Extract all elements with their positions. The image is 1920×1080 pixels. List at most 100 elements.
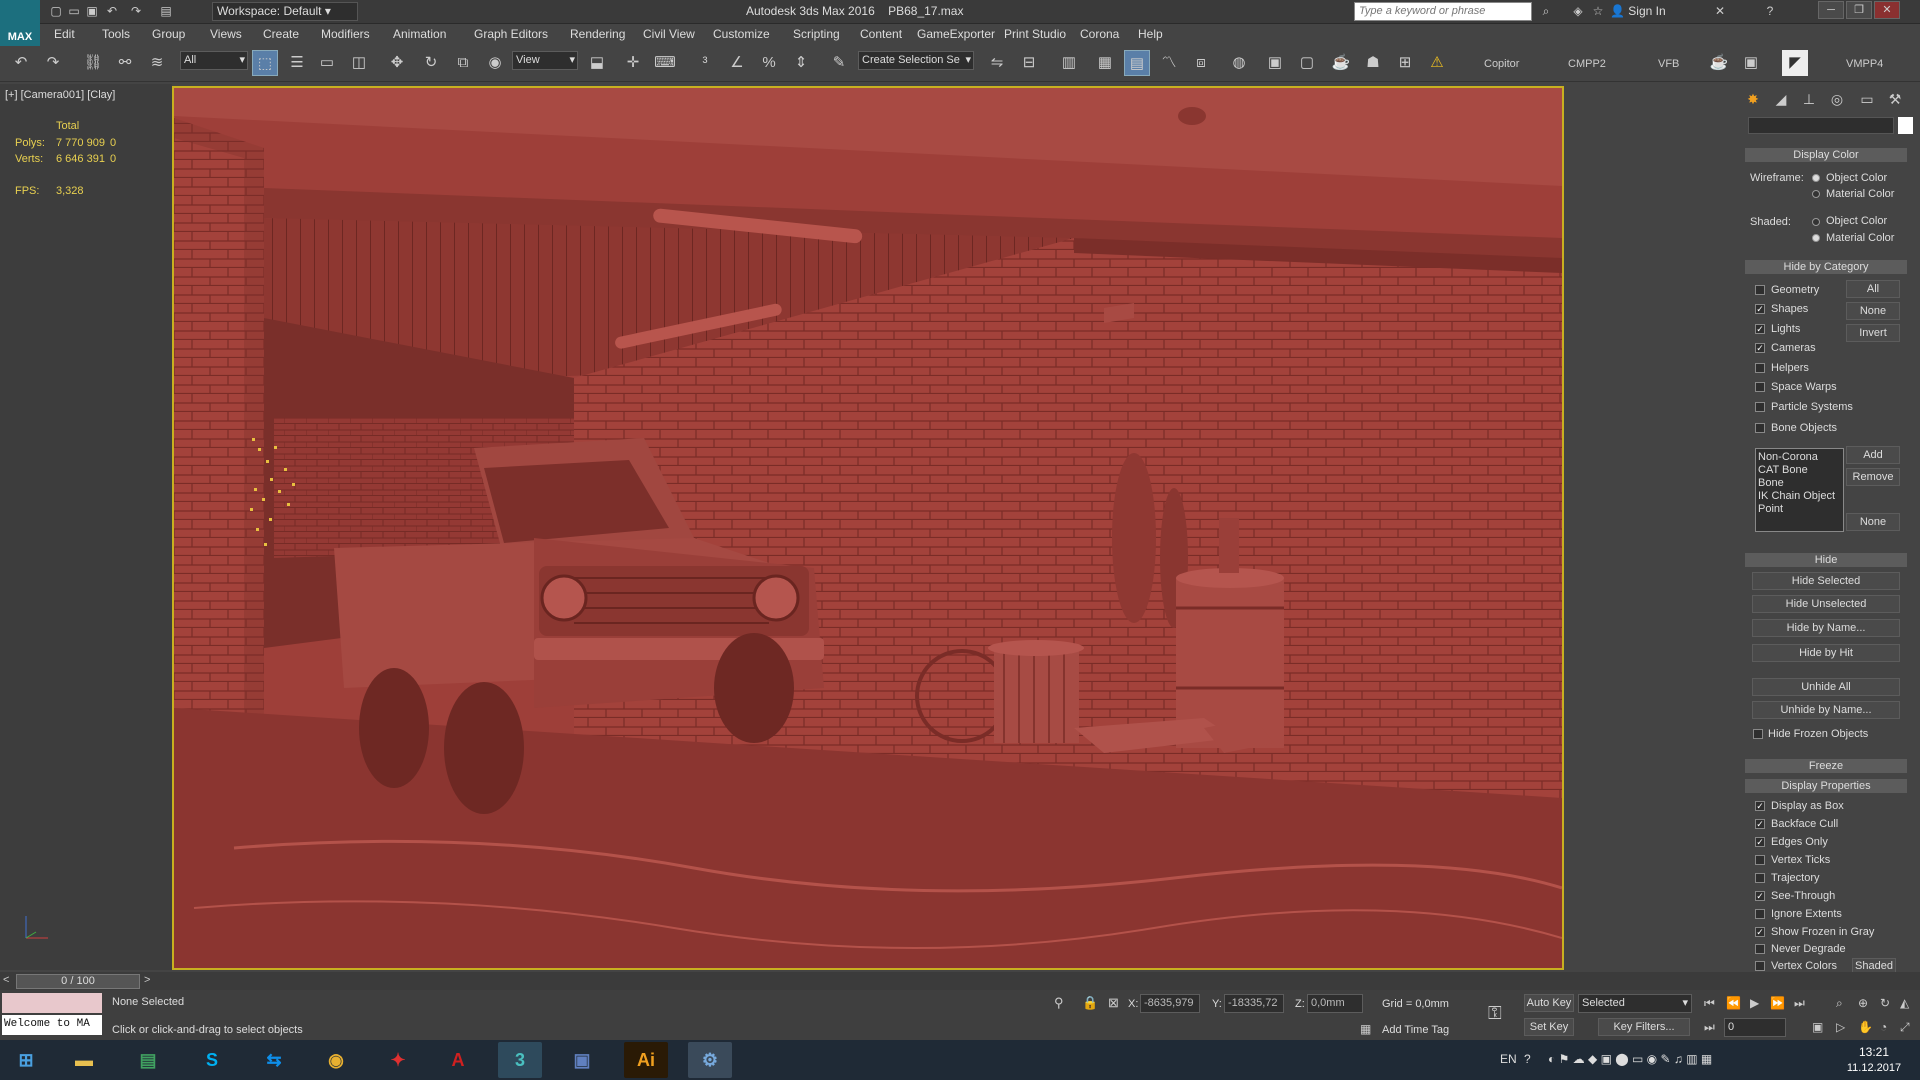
show-frozen-in-gray-checkbox[interactable]: ✓ xyxy=(1755,927,1765,937)
reference-coord-dropdown[interactable]: View ▾ xyxy=(512,51,578,70)
modify-tab-icon[interactable]: ◢ xyxy=(1770,88,1792,110)
hide-rollout-header[interactable]: Hide xyxy=(1745,553,1907,567)
particle-systems-checkbox[interactable] xyxy=(1755,402,1765,412)
clock-time[interactable]: 13:21 xyxy=(1834,1045,1914,1059)
select-by-name-icon[interactable]: ☰ xyxy=(284,50,310,76)
menu-modifiers[interactable]: Modifiers xyxy=(321,27,370,41)
menu-help[interactable]: Help xyxy=(1138,27,1163,41)
close-help-icon[interactable]: ✕ xyxy=(1712,3,1728,19)
scene-explorer-icon[interactable]: ▦ xyxy=(1092,50,1118,76)
list-item[interactable]: CAT Bone xyxy=(1758,464,1841,477)
time-prev-icon[interactable]: < xyxy=(3,974,15,988)
network-tool-icon[interactable]: ⚙ xyxy=(688,1042,732,1078)
vertex-colors-checkbox[interactable] xyxy=(1755,961,1765,971)
unhide-all-button[interactable]: Unhide All xyxy=(1752,678,1900,696)
z-coordinate-field[interactable]: 0,0mm xyxy=(1307,994,1363,1013)
open-file-icon[interactable]: ▭ xyxy=(66,3,82,19)
category-exclusion-list[interactable]: Non-Corona CAT Bone Bone IK Chain Object… xyxy=(1755,448,1844,532)
edges-only-checkbox[interactable]: ✓ xyxy=(1755,837,1765,847)
render-iterative-icon[interactable]: ☗ xyxy=(1360,50,1386,76)
subscription-icon[interactable]: ◈ xyxy=(1570,3,1586,19)
percent-snap-icon[interactable]: % xyxy=(756,50,782,76)
explorer-icon[interactable]: ▬ xyxy=(62,1042,106,1078)
list-item[interactable]: IK Chain Object xyxy=(1758,490,1841,503)
tray-apps-icon[interactable]: ◐ ⚑ ☁ ◆ ▣ ⬤ ▭ ◉ ✎ ♫ ▥ ▦ xyxy=(1548,1052,1712,1066)
key-filters-button[interactable]: Key Filters... xyxy=(1598,1018,1690,1036)
viewport-label[interactable]: [+] [Camera001] [Clay] xyxy=(5,89,115,101)
wireframe-material-color-radio[interactable] xyxy=(1812,190,1820,198)
create-tab-icon[interactable]: ✸ xyxy=(1742,88,1764,110)
display-color-rollout-header[interactable]: Display Color xyxy=(1745,148,1907,162)
helpers-checkbox[interactable] xyxy=(1755,363,1765,373)
curve-editor-icon[interactable]: 〽 xyxy=(1156,50,1182,76)
render-production-icon[interactable]: ☕ xyxy=(1328,50,1354,76)
menu-customize[interactable]: Customize xyxy=(713,27,770,41)
shaded-object-color-radio[interactable] xyxy=(1812,218,1820,226)
undo-icon[interactable]: ↶ xyxy=(104,3,120,19)
hide-by-category-rollout-header[interactable]: Hide by Category xyxy=(1745,260,1907,274)
goto-start-icon[interactable]: ⏮ xyxy=(1704,996,1715,1011)
time-slider-handle[interactable]: 0 / 100 xyxy=(16,974,140,989)
hide-selected-button[interactable]: Hide Selected xyxy=(1752,572,1900,590)
walkthrough-icon[interactable]: ▷ xyxy=(1836,1020,1845,1034)
menu-gameexporter[interactable]: GameExporter xyxy=(917,27,995,41)
teapot-render-icon[interactable]: ☕ xyxy=(1706,50,1732,76)
save-file-icon[interactable]: ▣ xyxy=(84,3,100,19)
lock-selection-icon[interactable]: 🔒 xyxy=(1082,995,1098,1011)
maximize-viewport-icon[interactable]: ⤢ xyxy=(1900,1020,1910,1035)
list-item[interactable]: Point xyxy=(1758,503,1841,516)
isolate-icon[interactable]: ⚲ xyxy=(1054,995,1064,1011)
link-icon[interactable]: ⛓ xyxy=(80,50,106,76)
named-selection-sets-dropdown[interactable]: Create Selection Se ▾ xyxy=(858,51,974,70)
menu-print-studio[interactable]: Print Studio xyxy=(1004,27,1066,41)
windows-start-icon[interactable]: ⊞ xyxy=(4,1042,48,1078)
bone-objects-checkbox[interactable] xyxy=(1755,423,1765,433)
ignore-extents-checkbox[interactable] xyxy=(1755,909,1765,919)
current-frame-field[interactable]: 0 xyxy=(1724,1018,1786,1037)
select-object-icon[interactable]: ⬚ xyxy=(252,50,278,76)
play-icon[interactable]: ▶ xyxy=(1750,996,1759,1010)
keyboard-shortcut-icon[interactable]: ⌨ xyxy=(652,50,678,76)
exclusion-none-button[interactable]: None xyxy=(1846,513,1900,531)
copitor-button[interactable]: Copitor xyxy=(1484,58,1519,70)
align-icon[interactable]: ⊟ xyxy=(1016,50,1042,76)
hierarchy-tab-icon[interactable]: ⊥ xyxy=(1798,88,1820,110)
auto-key-button[interactable]: Auto Key xyxy=(1524,994,1574,1012)
schematic-view-icon[interactable]: ⧈ xyxy=(1188,50,1214,76)
trajectory-checkbox[interactable] xyxy=(1755,873,1765,883)
sign-in-button[interactable]: 👤 Sign In xyxy=(1610,4,1666,18)
selection-filter-dropdown[interactable]: All ▾ xyxy=(180,51,248,70)
app-logo-button[interactable]: MAX xyxy=(0,0,40,46)
mirror-icon[interactable]: ⇋ xyxy=(984,50,1010,76)
category-none-button[interactable]: None xyxy=(1846,302,1900,320)
hide-unselected-button[interactable]: Hide Unselected xyxy=(1752,595,1900,613)
key-mode-toggle-icon[interactable]: ⏭ xyxy=(1704,1020,1715,1035)
pan-view-icon[interactable]: ✋ xyxy=(1858,1020,1873,1034)
utilities-tab-icon[interactable]: ⚒ xyxy=(1884,88,1906,110)
layer-manager-icon[interactable]: ▥ xyxy=(1056,50,1082,76)
category-all-button[interactable]: All xyxy=(1846,280,1900,298)
new-file-icon[interactable]: ▢ xyxy=(48,3,64,19)
vfb-button[interactable]: VFB xyxy=(1658,58,1679,70)
chrome-icon[interactable]: ◉ xyxy=(314,1042,358,1078)
rendered-frame-window-icon[interactable]: ▢ xyxy=(1294,50,1320,76)
time-configuration-icon[interactable]: ▣ xyxy=(1812,1020,1823,1034)
redo-icon[interactable]: ↷ xyxy=(40,50,66,76)
set-key-button[interactable]: Set Key xyxy=(1524,1018,1574,1036)
object-name-field[interactable] xyxy=(1748,117,1894,134)
goto-end-icon[interactable]: ⏭ xyxy=(1794,996,1805,1011)
bind-spacewarp-icon[interactable]: ≋ xyxy=(144,50,170,76)
pivot-center-icon[interactable]: ⬓ xyxy=(584,50,610,76)
rectangular-selection-icon[interactable]: ▭ xyxy=(314,50,340,76)
display-as-box-checkbox[interactable]: ✓ xyxy=(1755,801,1765,811)
backface-cull-checkbox[interactable]: ✓ xyxy=(1755,819,1765,829)
menu-corona[interactable]: Corona xyxy=(1080,27,1119,41)
language-indicator[interactable]: EN xyxy=(1500,1052,1517,1066)
category-invert-button[interactable]: Invert xyxy=(1846,324,1900,342)
project-folder-icon[interactable]: ▤ xyxy=(158,3,174,19)
favorites-star-icon[interactable]: ☆ xyxy=(1590,3,1606,19)
display-tab-icon[interactable]: ▭ xyxy=(1856,88,1878,110)
maximize-button[interactable]: ❐ xyxy=(1846,1,1872,19)
3ds-max-taskbar-icon[interactable]: 3 xyxy=(498,1042,542,1078)
freeze-rollout-header[interactable]: Freeze xyxy=(1745,759,1907,773)
